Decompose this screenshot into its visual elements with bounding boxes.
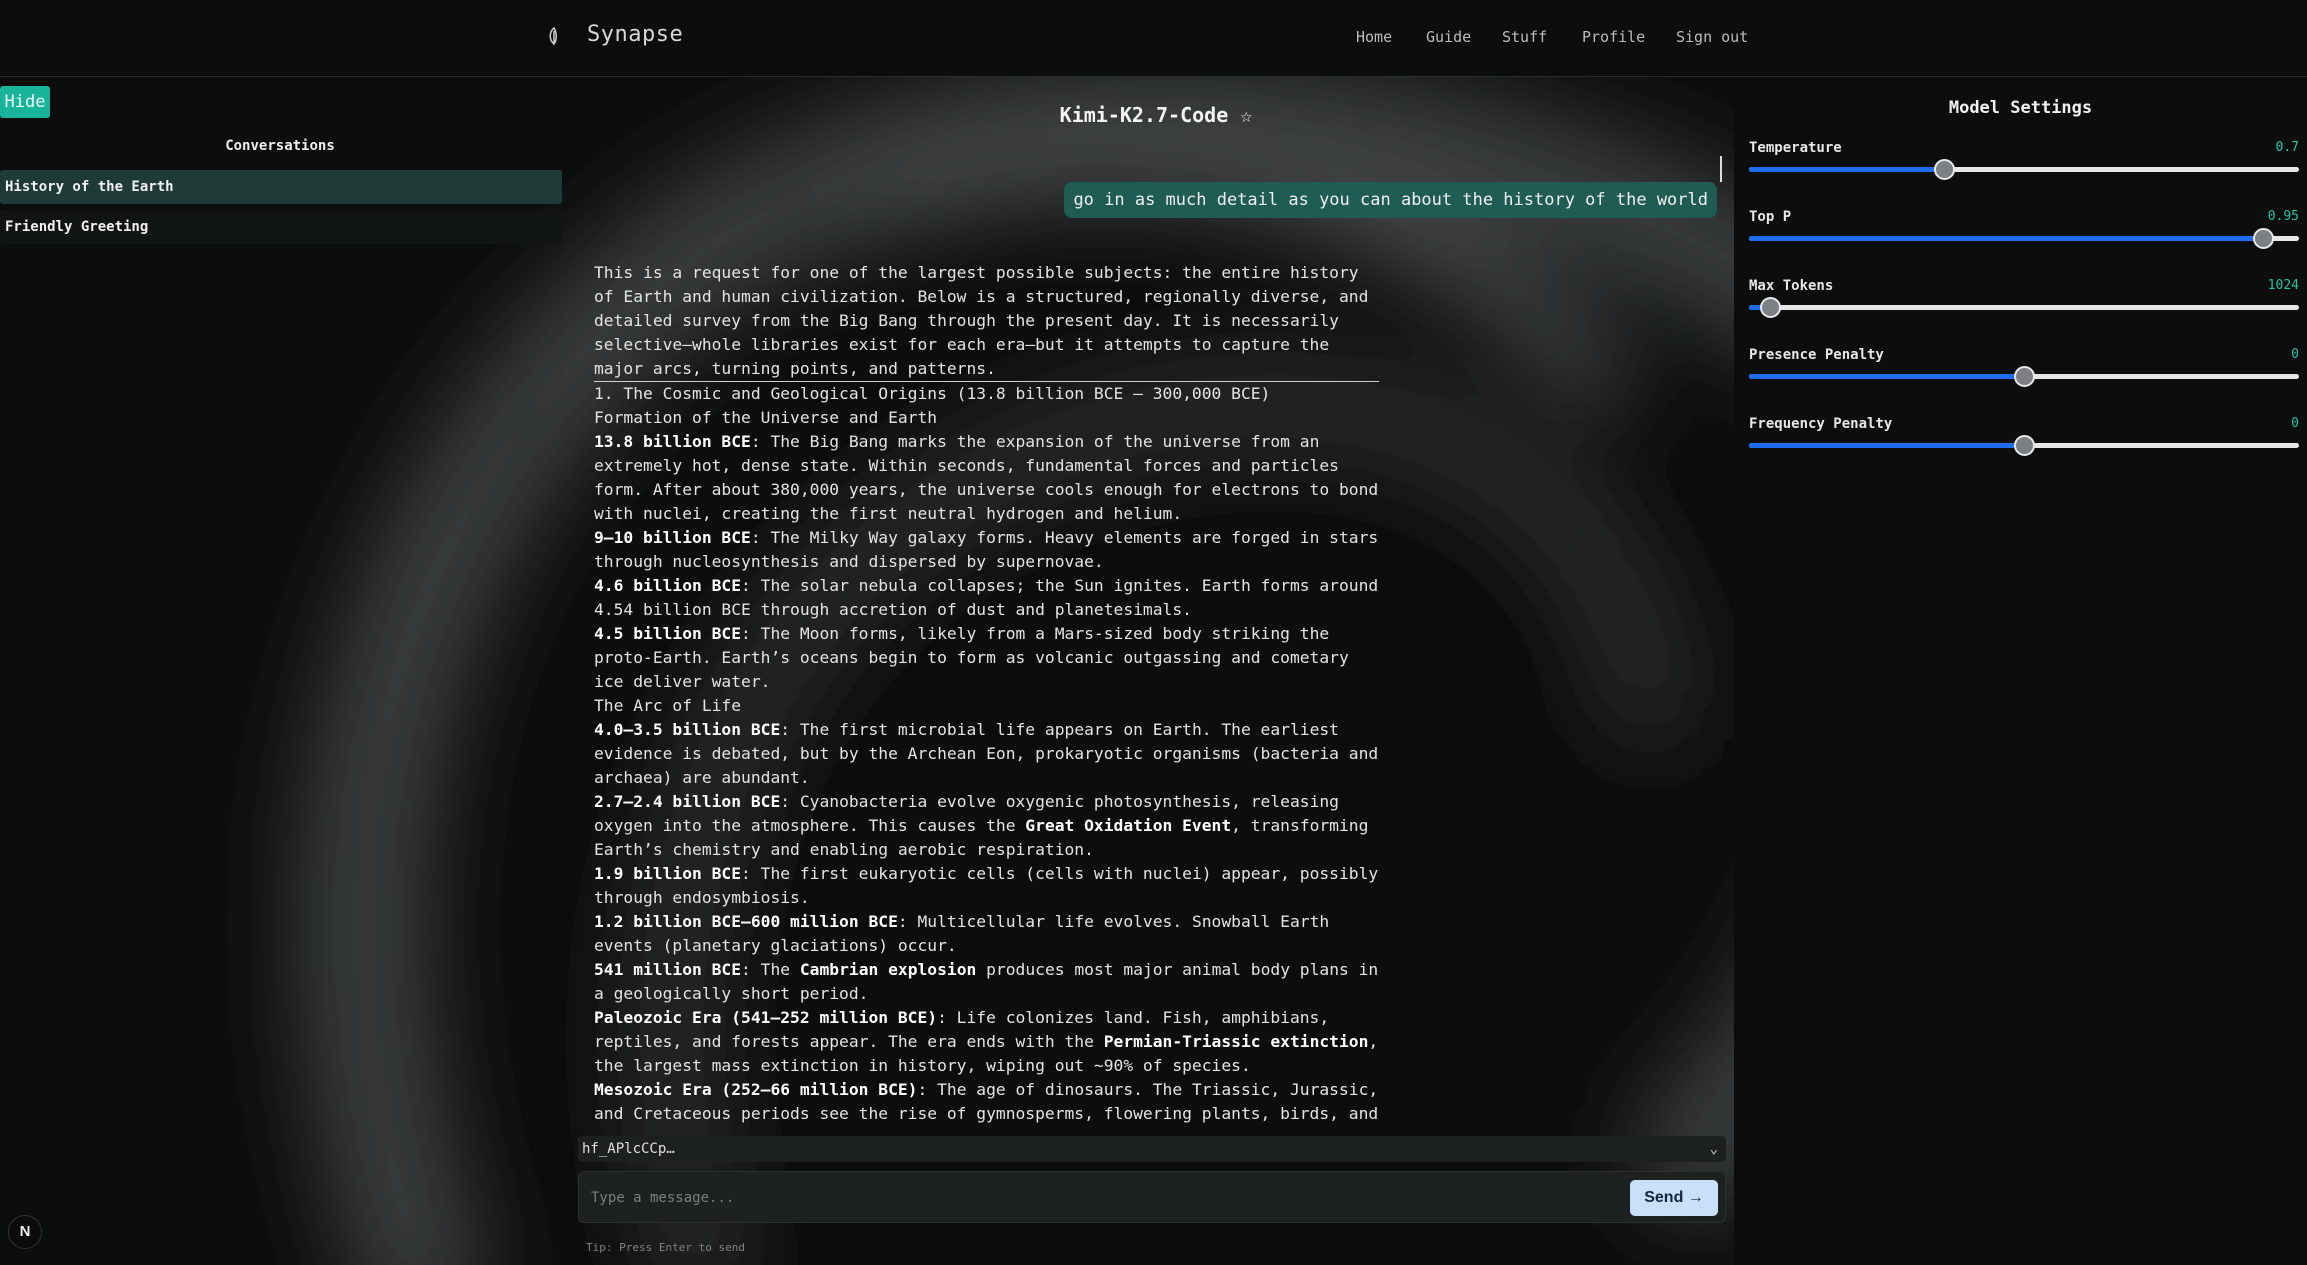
- max-tokens-value: 1024: [2267, 278, 2299, 293]
- timeline-entry: 9–10 billion BCE: The Milky Way galaxy f…: [594, 526, 1379, 574]
- presence-penalty-value: 0: [2291, 347, 2299, 362]
- nav-profile[interactable]: Profile: [1582, 28, 1645, 46]
- temperature-value: 0.7: [2275, 140, 2299, 155]
- top-navigation-bar: Synapse Home Guide Stuff Profile Sign ou…: [0, 0, 2307, 77]
- frequency-penalty-setting: Frequency Penalty 0: [1749, 416, 2299, 476]
- conversations-heading: Conversations: [225, 138, 335, 154]
- entry-date: 4.0–3.5 billion BCE: [594, 720, 781, 739]
- entry-text: : The: [741, 960, 800, 979]
- leaf-logo-icon[interactable]: [547, 26, 561, 46]
- entry-date: 541 million BCE: [594, 960, 742, 979]
- api-key-select[interactable]: hf_APlcCCp… ⌄: [578, 1136, 1726, 1162]
- top-p-setting: Top P 0.95: [1749, 209, 2299, 269]
- chevron-down-icon: ⌄: [1709, 1141, 1718, 1157]
- slider-thumb[interactable]: [1759, 297, 1781, 318]
- slider-fill: [1749, 236, 2264, 241]
- subsection-heading: Formation of the Universe and Earth: [594, 408, 938, 427]
- send-tip: Tip: Press Enter to send: [586, 1241, 745, 1254]
- nav-stuff[interactable]: Stuff: [1502, 28, 1547, 46]
- message-composer: Send →: [578, 1171, 1726, 1223]
- slider-thumb[interactable]: [2253, 228, 2275, 249]
- timeline-entry: 2.7–2.4 billion BCE: Cyanobacteria evolv…: [594, 790, 1379, 862]
- subsection-heading: The Arc of Life: [594, 696, 742, 715]
- timeline-entry: 4.6 billion BCE: The solar nebula collap…: [594, 574, 1379, 622]
- timeline-entry: 4.5 billion BCE: The Moon forms, likely …: [594, 622, 1379, 694]
- slider-fill: [1749, 374, 2024, 379]
- user-message-bubble: go in as much detail as you can about th…: [1064, 182, 1717, 218]
- timeline-entry: 13.8 billion BCE: The Big Bang marks the…: [594, 430, 1379, 526]
- timeline-entry: Mesozoic Era (252–66 million BCE): The a…: [594, 1078, 1379, 1126]
- section-heading: 1. The Cosmic and Geological Origins (13…: [594, 384, 1271, 403]
- temperature-slider[interactable]: [1749, 159, 2299, 180]
- slider-thumb[interactable]: [2014, 366, 2035, 387]
- entry-date: Mesozoic Era (252–66 million BCE): [594, 1080, 918, 1099]
- assistant-intro: This is a request for one of the largest…: [594, 261, 1379, 382]
- nav-sign-out[interactable]: Sign out: [1676, 28, 1748, 46]
- frequency-penalty-slider[interactable]: [1749, 435, 2299, 456]
- chat-panel: Kimi-K2.7-Code ☆ go in as much detail as…: [578, 78, 1734, 1265]
- entry-date: 1.9 billion BCE: [594, 864, 742, 883]
- entry-date: 4.5 billion BCE: [594, 624, 742, 643]
- presence-penalty-label: Presence Penalty: [1749, 347, 1884, 363]
- entry-date: 13.8 billion BCE: [594, 432, 751, 451]
- nav-guide[interactable]: Guide: [1426, 28, 1471, 46]
- conversations-sidebar: Hide Conversations History of the Earth …: [0, 78, 570, 1265]
- frequency-penalty-value: 0: [2291, 416, 2299, 431]
- entry-emphasis: Permian-Triassic extinction: [1103, 1032, 1369, 1051]
- max-tokens-setting: Max Tokens 1024: [1749, 278, 2299, 338]
- max-tokens-slider[interactable]: [1749, 297, 2299, 318]
- entry-date: 2.7–2.4 billion BCE: [594, 792, 781, 811]
- assistant-message: This is a request for one of the largest…: [594, 261, 1379, 1206]
- timeline-entry: Paleozoic Era (541–252 million BCE): Lif…: [594, 1006, 1379, 1078]
- message-input[interactable]: [591, 1186, 1491, 1210]
- model-settings-panel: Model Settings Temperature 0.7 Top P 0.9…: [1734, 78, 2307, 1265]
- slider-fill: [1749, 443, 2024, 448]
- presence-penalty-slider[interactable]: [1749, 366, 2299, 387]
- send-button[interactable]: Send →: [1630, 1180, 1718, 1216]
- timeline-entry: 4.0–3.5 billion BCE: The first microbial…: [594, 718, 1379, 790]
- hide-sidebar-button[interactable]: Hide: [0, 86, 50, 118]
- entry-date: Paleozoic Era (541–252 million BCE): [594, 1008, 938, 1027]
- slider-fill: [1749, 167, 1945, 172]
- temperature-setting: Temperature 0.7: [1749, 140, 2299, 200]
- conversation-item-history-of-the-earth[interactable]: History of the Earth: [0, 170, 562, 204]
- settings-title: Model Settings: [1948, 98, 2093, 118]
- nav-home[interactable]: Home: [1356, 28, 1392, 46]
- frequency-penalty-label: Frequency Penalty: [1749, 416, 1893, 432]
- entry-date: 9–10 billion BCE: [594, 528, 751, 547]
- api-key-value: hf_APlcCCp…: [582, 1141, 675, 1157]
- conversation-item-friendly-greeting[interactable]: Friendly Greeting: [0, 210, 562, 244]
- temperature-label: Temperature: [1749, 140, 1842, 156]
- top-p-label: Top P: [1749, 209, 1792, 225]
- timeline-entry: 1.9 billion BCE: The first eukaryotic ce…: [594, 862, 1379, 910]
- max-tokens-label: Max Tokens: [1749, 278, 1834, 294]
- model-title[interactable]: Kimi-K2.7-Code ☆: [578, 103, 1734, 127]
- entry-emphasis: Great Oxidation Event: [1025, 816, 1232, 835]
- timeline-entry: 541 million BCE: The Cambrian explosion …: [594, 958, 1379, 1006]
- entry-date: 4.6 billion BCE: [594, 576, 742, 595]
- timeline-entry: 1.2 billion BCE–600 million BCE: Multice…: [594, 910, 1379, 958]
- top-p-value: 0.95: [2267, 209, 2299, 224]
- slider-thumb[interactable]: [1934, 159, 1956, 180]
- entry-emphasis: Cambrian explosion: [799, 960, 977, 979]
- entry-date: 1.2 billion BCE–600 million BCE: [594, 912, 898, 931]
- brand-name[interactable]: Synapse: [587, 22, 683, 47]
- scroll-indicator: [1720, 156, 1722, 182]
- n-logo-badge[interactable]: N: [8, 1215, 42, 1249]
- presence-penalty-setting: Presence Penalty 0: [1749, 347, 2299, 407]
- top-p-slider[interactable]: [1749, 228, 2299, 249]
- slider-thumb[interactable]: [2014, 435, 2035, 456]
